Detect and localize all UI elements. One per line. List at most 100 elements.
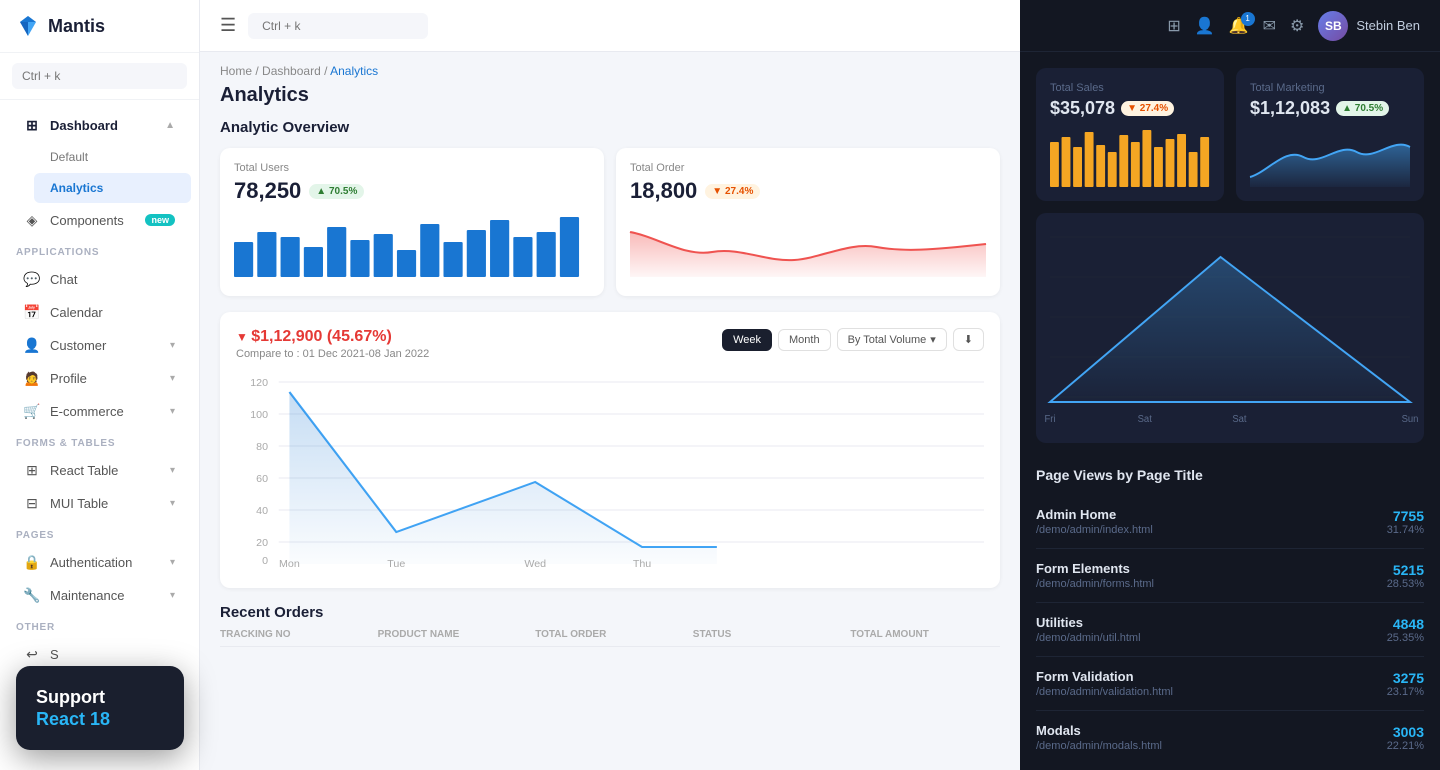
col-tracking: TRACKING NO [220,629,370,640]
col-status: STATUS [693,629,843,640]
svg-text:Sun: Sun [1402,414,1419,425]
chevron-down-icon: ▾ [170,498,175,509]
sidebar-item-components[interactable]: ◈ Components new [8,204,191,236]
page-view-count-0: 7755 [1387,508,1424,524]
page-view-percent-4: 22.21% [1387,740,1424,752]
btn-week[interactable]: Week [722,329,772,351]
page-view-name-3: Form Validation [1036,669,1387,684]
mail-icon[interactable]: ✉ [1263,16,1276,36]
user-name: Stebin Ben [1356,18,1420,33]
chevron-down-icon: ▾ [170,590,175,601]
page-view-count-1: 5215 [1387,562,1424,578]
btn-volume[interactable]: By Total Volume ▾ [837,328,947,351]
income-controls: Week Month By Total Volume ▾ ⬇ [722,328,984,351]
stat-label-marketing: Total Marketing [1250,82,1410,94]
page-view-percent-0: 31.74% [1387,524,1424,536]
search-input[interactable] [12,63,187,89]
section-applications: Applications [0,237,199,262]
user-avatar-area[interactable]: SB Stebin Ben [1318,11,1420,41]
page-view-percent-3: 23.17% [1387,686,1424,698]
svg-text:Sat: Sat [1138,414,1152,425]
support-popup[interactable]: Support React 18 [16,666,184,750]
marketing-chart [1250,127,1410,187]
stats-row: Total Users 78,250 70.5% [200,148,1020,312]
notification-icon[interactable]: 🔔 1 [1229,16,1249,36]
svg-text:Mon: Mon [279,559,300,570]
page-view-item-1: Form Elements /demo/admin/forms.html 521… [1036,549,1424,603]
page-view-info-4: Modals /demo/admin/modals.html [1036,723,1387,752]
apps-icon[interactable]: ⊞ [1167,16,1180,36]
content-area: Home / Dashboard / Analytics Analytics A… [200,52,1440,770]
sidebar-item-analytics[interactable]: Analytics [34,173,191,203]
sidebar-item-mui-table[interactable]: ⊟ MUI Table ▾ [8,487,191,519]
page-view-item-4: Modals /demo/admin/modals.html 3003 22.2… [1036,711,1424,764]
sidebar-item-maintenance[interactable]: 🔧 Maintenance ▾ [8,579,191,611]
page-view-item-3: Form Validation /demo/admin/validation.h… [1036,657,1424,711]
page-view-url-1: /demo/admin/forms.html [1036,578,1387,590]
user-avatar: SB [1318,11,1348,41]
support-title: Support [36,686,164,709]
income-value: $1,12,900 (45.67%) [236,328,429,346]
header-row: ☰ ⊞ 👤 🔔 1 ✉ ⚙ SB Stebin Ben [200,0,1440,52]
header-search-input[interactable] [248,13,428,39]
user-icon[interactable]: 👤 [1195,16,1215,36]
chat-icon: 💬 [24,271,40,287]
sidebar-item-dashboard[interactable]: ⊞ Dashboard ▲ [8,109,191,141]
auth-icon: 🔒 [24,554,40,570]
page-view-stats-3: 3275 23.17% [1387,670,1424,698]
orders-chart [630,212,986,282]
calendar-icon: 📅 [24,304,40,320]
page-view-info-0: Admin Home /demo/admin/index.html [1036,507,1387,536]
page-view-name-4: Modals [1036,723,1387,738]
dashboard-icon: ⊞ [24,117,40,133]
income-info: $1,12,900 (45.67%) Compare to : 01 Dec 2… [236,328,429,360]
page-view-url-2: /demo/admin/util.html [1036,632,1387,644]
recent-orders-section: Recent Orders TRACKING NO PRODUCT NAME T… [200,588,1020,647]
stat-label-users: Total Users [234,162,590,174]
menu-toggle-icon[interactable]: ☰ [220,15,236,36]
notification-badge: 1 [1241,12,1255,26]
profile-icon: 🙍 [24,370,40,386]
search-area [0,53,199,100]
svg-text:20: 20 [256,538,268,549]
page-view-url-3: /demo/admin/validation.html [1036,686,1387,698]
badge-sales: ▼ 27.4% [1121,101,1174,116]
stat-value-orders: 18,800 27.4% [630,178,986,204]
ecommerce-icon: 🛒 [24,403,40,419]
sidebar-logo[interactable]: Mantis [0,0,199,53]
main-content: ☰ ⊞ 👤 🔔 1 ✉ ⚙ SB Stebin Ben Home / Dashb… [200,0,1440,770]
header-dark: ⊞ 👤 🔔 1 ✉ ⚙ SB Stebin Ben [1020,0,1440,52]
col-total-order: TOTAL ORDER [535,629,685,640]
sidebar-item-react-table[interactable]: ⊞ React Table ▾ [8,454,191,486]
sidebar-item-profile[interactable]: 🙍 Profile ▾ [8,362,191,394]
stat-badge-users: 70.5% [309,184,364,199]
support-react: React 18 [36,709,164,730]
maintenance-icon: 🔧 [24,587,40,603]
page-view-info-2: Utilities /demo/admin/util.html [1036,615,1387,644]
btn-download[interactable]: ⬇ [953,328,984,351]
sidebar-item-chat[interactable]: 💬 Chat [8,263,191,295]
stat-badge-orders: 27.4% [705,184,760,199]
sidebar-item-authentication[interactable]: 🔒 Authentication ▾ [8,546,191,578]
stat-card-users: Total Users 78,250 70.5% [220,148,604,296]
sidebar-item-default[interactable]: Default [34,142,191,172]
page-title: Analytics [200,82,1020,119]
settings-icon[interactable]: ⚙ [1290,16,1304,36]
chevron-down-icon: ▾ [170,373,175,384]
page-view-name-2: Utilities [1036,615,1387,630]
col-product: PRODUCT NAME [378,629,528,640]
svg-text:100: 100 [250,410,268,421]
sample-label: S [50,647,59,662]
income-header: $1,12,900 (45.67%) Compare to : 01 Dec 2… [236,328,984,360]
btn-month[interactable]: Month [778,329,831,351]
sidebar-item-calendar[interactable]: 📅 Calendar [8,296,191,328]
breadcrumb-home[interactable]: Home [220,64,252,78]
sidebar-item-ecommerce[interactable]: 🛒 E-commerce ▾ [8,395,191,427]
sidebar-item-customer[interactable]: 👤 Customer ▾ [8,329,191,361]
table-header: TRACKING NO PRODUCT NAME TOTAL ORDER STA… [220,629,1000,647]
sidebar: Mantis ⊞ Dashboard ▲ Default Analytics ◈… [0,0,200,770]
page-view-stats-4: 3003 22.21% [1387,724,1424,752]
breadcrumb-dashboard[interactable]: Dashboard [262,64,321,78]
page-view-stats-1: 5215 28.53% [1387,562,1424,590]
stat-value-sales: $35,078 ▼ 27.4% [1050,98,1210,119]
